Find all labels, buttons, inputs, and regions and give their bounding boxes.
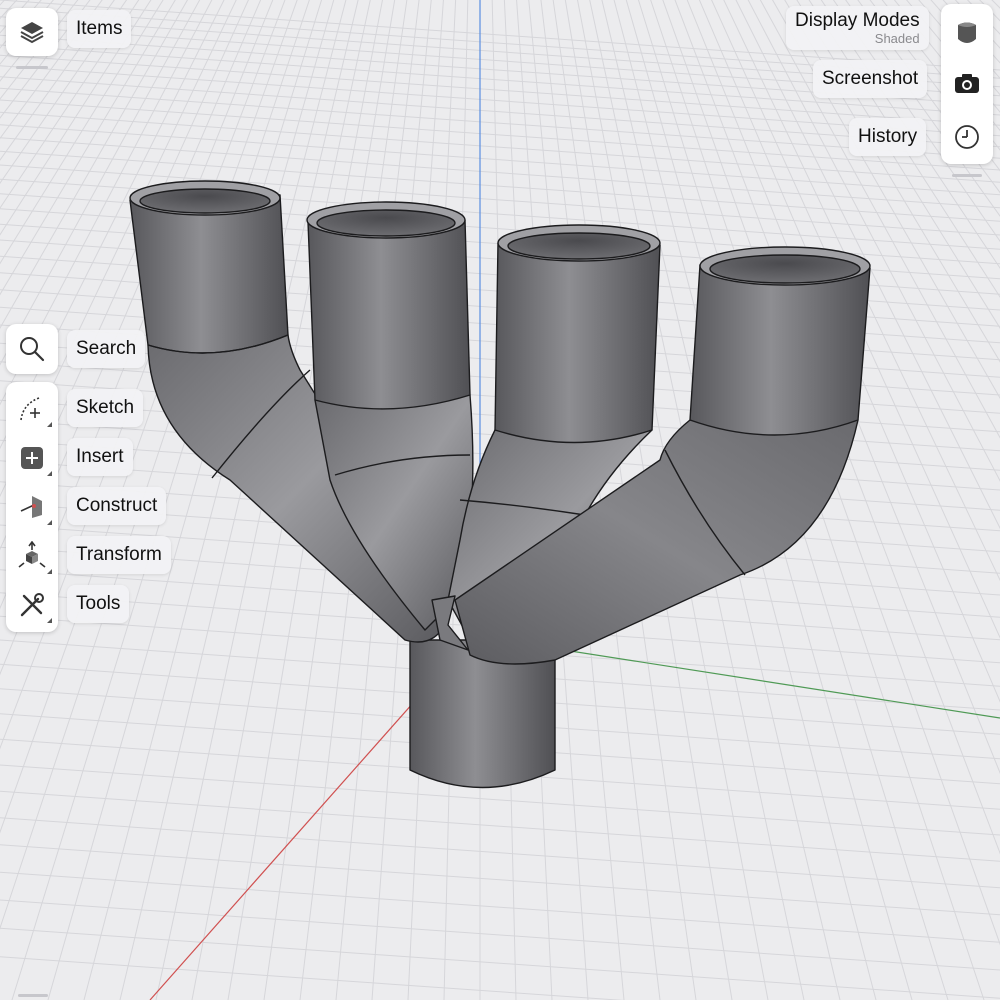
- construct-icon: [20, 495, 42, 518]
- tool-label-insert[interactable]: Insert: [67, 438, 133, 476]
- insert-tool-button[interactable]: [6, 433, 58, 482]
- items-drawer-handle[interactable]: [16, 66, 48, 69]
- display-modes-button[interactable]: [941, 8, 993, 58]
- tool-label-transform[interactable]: Transform: [67, 536, 171, 574]
- screenshot-button[interactable]: [941, 58, 993, 108]
- screenshot-label[interactable]: Screenshot: [813, 60, 928, 98]
- clock-icon: [955, 125, 979, 149]
- right-drawer-handle[interactable]: [952, 174, 982, 177]
- submenu-indicator: [47, 520, 52, 525]
- history-button[interactable]: [941, 112, 993, 162]
- y-axis-line: [499, 639, 1000, 719]
- items-button[interactable]: [6, 8, 58, 56]
- right-toolbar: [941, 4, 993, 164]
- search-icon: [20, 337, 45, 362]
- shaded-cube-icon: [958, 22, 976, 43]
- construct-tool-button[interactable]: [6, 482, 58, 531]
- tool-palette: [6, 382, 58, 632]
- insert-icon: [21, 446, 43, 469]
- tool-label-tools[interactable]: Tools: [67, 585, 130, 623]
- display-modes-value: Shaded: [874, 31, 920, 46]
- submenu-indicator: [47, 471, 52, 476]
- display-modes-title: Display Modes: [795, 10, 920, 31]
- tool-label-construct[interactable]: Construct: [67, 487, 167, 525]
- sketch-tool-button[interactable]: [6, 384, 58, 433]
- camera-icon: [955, 74, 979, 93]
- tools-tool-button[interactable]: [6, 580, 58, 629]
- display-modes-label[interactable]: Display Modes Shaded: [786, 6, 929, 50]
- search-label[interactable]: Search: [67, 330, 146, 368]
- bottom-handle: [18, 994, 48, 997]
- tool-label-sketch[interactable]: Sketch: [67, 389, 144, 427]
- transform-tool-button[interactable]: [6, 531, 58, 580]
- items-label[interactable]: Items: [67, 10, 132, 48]
- search-button[interactable]: [6, 324, 58, 374]
- history-label[interactable]: History: [849, 118, 927, 156]
- submenu-indicator: [47, 618, 52, 623]
- tools-icon: [20, 592, 44, 616]
- layers-icon: [20, 22, 44, 44]
- submenu-indicator: [47, 569, 52, 574]
- transform-icon: [18, 540, 46, 568]
- sketch-icon: [20, 396, 40, 420]
- manifold-model[interactable]: [129, 180, 871, 789]
- submenu-indicator: [47, 422, 52, 427]
